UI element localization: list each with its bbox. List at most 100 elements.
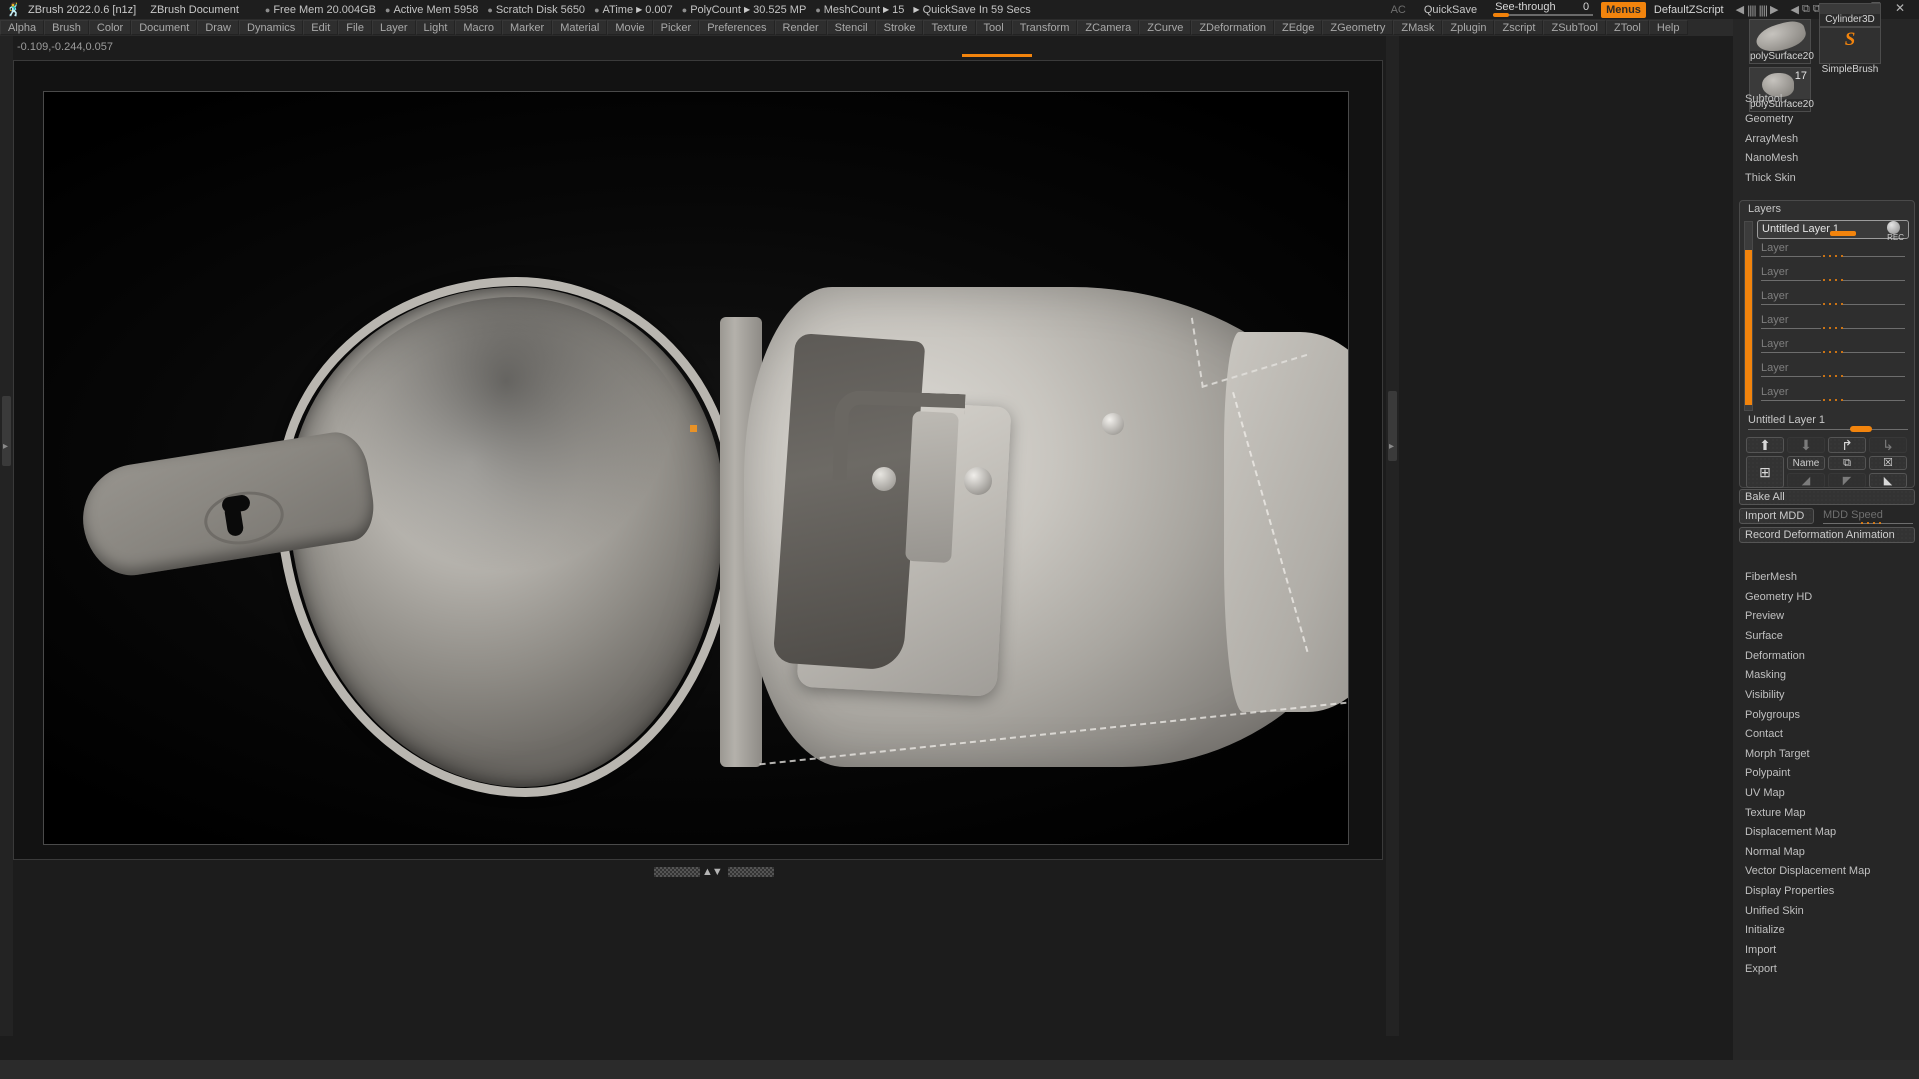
sidebar-item-geometry-hd[interactable]: Geometry HD	[1733, 588, 1919, 607]
import-mdd-button[interactable]: Import MDD	[1739, 508, 1814, 524]
record-deformation-animation-button[interactable]: Record Deformation Animation	[1739, 527, 1915, 543]
merge-down-layer-button[interactable]: ↳	[1869, 437, 1907, 453]
bake-all-button[interactable]: Bake All	[1739, 489, 1915, 505]
menu-item-layer[interactable]: Layer	[372, 20, 416, 35]
layers-scrollbar[interactable]	[1744, 221, 1753, 411]
menu-item-stencil[interactable]: Stencil	[826, 20, 876, 35]
rename-layer-button[interactable]: Name	[1787, 456, 1825, 470]
menu-item-zdeformation[interactable]: ZDeformation	[1191, 20, 1274, 35]
menu-item-brush[interactable]: Brush	[44, 20, 89, 35]
split-layer-button[interactable]: ↱	[1828, 437, 1866, 453]
menu-item-macro[interactable]: Macro	[455, 20, 502, 35]
layer-row-slider-knob[interactable]	[1821, 253, 1843, 259]
layer-row-slider-knob[interactable]	[1821, 397, 1843, 403]
doc-scroll-right[interactable]	[728, 867, 774, 877]
layer-row-slider[interactable]	[1761, 253, 1905, 259]
layer-row-slider-knob[interactable]	[1821, 325, 1843, 331]
sidebar-item-visibility[interactable]: Visibility	[1733, 686, 1919, 705]
sidebar-item-preview[interactable]: Preview	[1733, 607, 1919, 626]
canvas-workspace[interactable]: ▲▼	[13, 60, 1383, 878]
layer-row[interactable]: Layer	[1757, 338, 1909, 355]
new-layer-button[interactable]: ⊞	[1746, 456, 1784, 488]
move-layer-down-button[interactable]: ⬇	[1787, 437, 1825, 453]
menu-item-preferences[interactable]: Preferences	[699, 20, 775, 35]
active-layer-intensity-track[interactable]	[1748, 429, 1908, 430]
sidebar-item-display-properties[interactable]: Display Properties	[1733, 882, 1919, 901]
layer-row-slider-knob[interactable]	[1821, 349, 1843, 355]
layer-row[interactable]: Layer	[1757, 266, 1909, 283]
sidebar-item-normal-map[interactable]: Normal Map	[1733, 843, 1919, 862]
layer-row-slider[interactable]	[1761, 301, 1905, 307]
zscript-next-icon[interactable]: ▶	[1770, 3, 1778, 16]
close-icon[interactable]: ✕	[1895, 1, 1905, 18]
sidebar-item-surface[interactable]: Surface	[1733, 627, 1919, 646]
sidebar-item-export[interactable]: Export	[1733, 960, 1919, 979]
layer-row-active[interactable]: Untitled Layer 1 REC	[1757, 220, 1909, 242]
left-rail[interactable]: ▸	[0, 36, 13, 1036]
left-rail-expand-icon[interactable]: ▸	[3, 441, 8, 452]
layer-row-slider[interactable]	[1761, 397, 1905, 403]
layer-row[interactable]: Layer	[1757, 242, 1909, 259]
left-rail-slab[interactable]	[2, 396, 11, 466]
layer-row-slider-knob[interactable]	[1821, 277, 1843, 283]
menu-item-picker[interactable]: Picker	[652, 20, 700, 35]
sidebar-item-vector-displacement-map[interactable]: Vector Displacement Map	[1733, 862, 1919, 881]
layer-row-slider-knob[interactable]	[1821, 301, 1843, 307]
layer-row-slider[interactable]	[1761, 325, 1905, 331]
layer-row[interactable]: Layer	[1757, 362, 1909, 379]
menu-item-help[interactable]: Help	[1648, 20, 1688, 35]
menu-item-render[interactable]: Render	[774, 20, 827, 35]
zscript-transport-icons[interactable]: ◀ |||| |||| ▶	[1736, 3, 1779, 17]
sidebar-item-geometry[interactable]: Geometry	[1733, 110, 1919, 129]
sidebar-item-unified-skin[interactable]: Unified Skin	[1733, 902, 1919, 921]
layer-list[interactable]: Untitled Layer 1 REC Layer Layer Layer L…	[1757, 220, 1909, 412]
sidebar-item-masking[interactable]: Masking	[1733, 666, 1919, 685]
layer-row-slider-knob[interactable]	[1821, 373, 1843, 379]
layer-invert-button[interactable]: ◤	[1828, 473, 1866, 488]
menu-bar[interactable]: Alpha Brush Color Document Draw Dynamics…	[0, 19, 1919, 36]
sidebar-item-texture-map[interactable]: Texture Map	[1733, 804, 1919, 823]
menu-item-edit[interactable]: Edit	[303, 20, 339, 35]
active-layer-intensity-fill[interactable]	[1850, 426, 1872, 432]
tool-thumbnail-1[interactable]: polySurface20	[1749, 17, 1814, 64]
menus-toggle-button[interactable]: Menus	[1601, 1, 1646, 18]
duplicate-layer-button[interactable]: ⧉	[1828, 456, 1866, 470]
layer-row[interactable]: Layer	[1757, 290, 1909, 307]
sidebar-item-polygroups[interactable]: Polygroups	[1733, 706, 1919, 725]
quicksave-button[interactable]: QuickSave	[1424, 4, 1477, 16]
menu-item-stroke[interactable]: Stroke	[875, 20, 924, 35]
zscript-label[interactable]: DefaultZScript	[1654, 4, 1724, 16]
document-scroll-widget[interactable]: ▲▼	[654, 866, 774, 879]
layer-row[interactable]: Layer	[1757, 386, 1909, 403]
brush-thumbnail[interactable]: S SimpleBrush	[1819, 27, 1881, 75]
sidebar-item-subtool[interactable]: Subtool	[1733, 90, 1919, 109]
layers-palette[interactable]: Layers Untitled Layer 1 REC Layer Layer …	[1739, 200, 1915, 488]
sidebar-item-fibermesh[interactable]: FiberMesh	[1733, 568, 1919, 587]
menu-item-alpha[interactable]: Alpha	[0, 20, 45, 35]
menu-item-zsubtool[interactable]: ZSubTool	[1543, 20, 1606, 35]
menu-item-zscript[interactable]: Zscript	[1494, 20, 1544, 35]
menu-item-dynamics[interactable]: Dynamics	[239, 20, 304, 35]
menu-item-zcurve[interactable]: ZCurve	[1139, 20, 1192, 35]
sidebar-item-thick-skin[interactable]: Thick Skin	[1733, 169, 1919, 188]
right-rail-expand-icon[interactable]: ▸	[1389, 441, 1394, 452]
delete-layer-button[interactable]: ☒	[1869, 456, 1907, 470]
menu-item-zgeometry[interactable]: ZGeometry	[1322, 20, 1394, 35]
sidebar-item-uv-map[interactable]: UV Map	[1733, 784, 1919, 803]
tool-shelf-cylinder3d[interactable]: Cylinder3D	[1819, 3, 1881, 27]
mdd-speed-knob[interactable]	[1859, 520, 1881, 526]
menu-item-material[interactable]: Material	[552, 20, 608, 35]
sidebar-item-contact[interactable]: Contact	[1733, 725, 1919, 744]
menu-item-movie[interactable]: Movie	[607, 20, 653, 35]
sidebar-item-displacement-map[interactable]: Displacement Map	[1733, 823, 1919, 842]
layer-row[interactable]: Layer	[1757, 314, 1909, 331]
layer-row-slider[interactable]	[1761, 373, 1905, 379]
doc-scroll-arrows-icon[interactable]: ▲▼	[702, 866, 723, 878]
doc-scroll-left[interactable]	[654, 867, 700, 877]
right-rail[interactable]: ▸	[1386, 36, 1399, 1036]
document-canvas[interactable]	[43, 91, 1349, 845]
layer-fill-button[interactable]: ◣	[1869, 473, 1907, 488]
zscript-prev-icon[interactable]: ◀	[1736, 3, 1744, 16]
sidebar-item-deformation[interactable]: Deformation	[1733, 647, 1919, 666]
layers-scrollbar-thumb[interactable]	[1745, 250, 1752, 405]
